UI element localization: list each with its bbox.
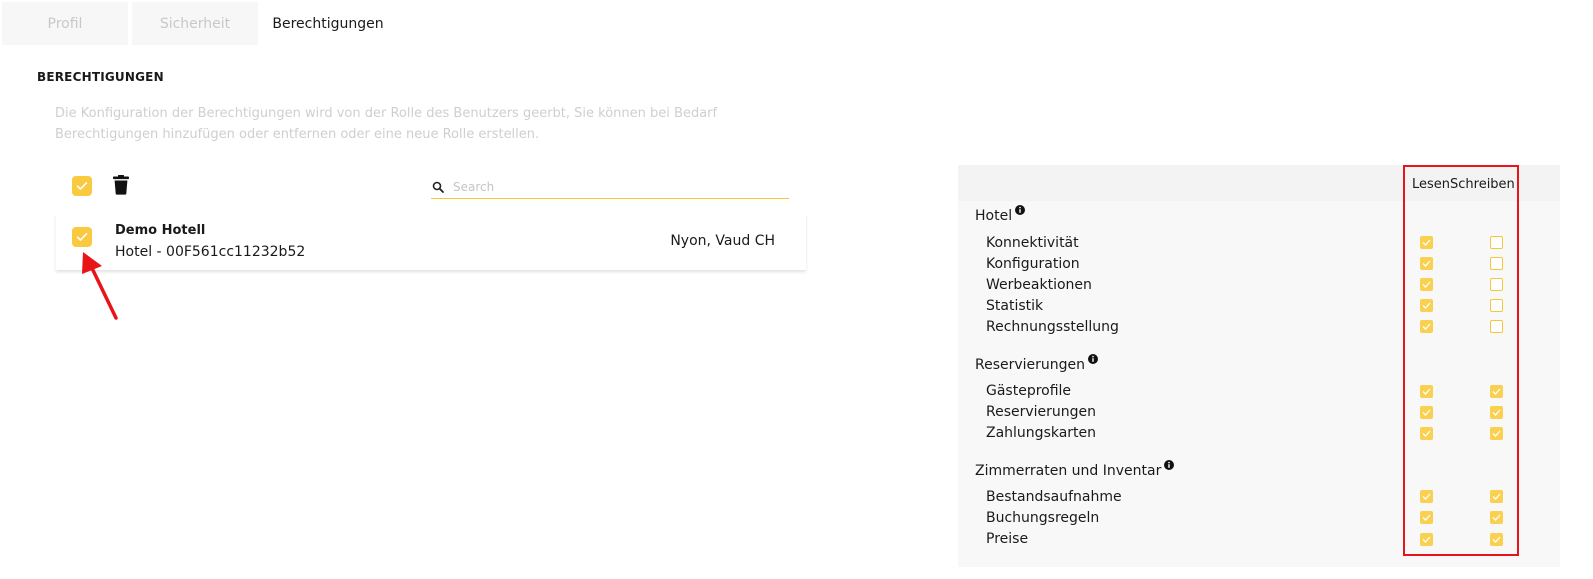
permission-label: Preise bbox=[986, 531, 1029, 547]
tab-bar: Profil Sicherheit Berechtigungen bbox=[2, 2, 398, 45]
group-title-zimmerraten: Zimmerraten und Inventar bbox=[975, 460, 1175, 479]
group-title-label: Hotel bbox=[975, 208, 1013, 224]
section-title: BERECHTIGUNGEN bbox=[37, 70, 164, 84]
permission-label: Reservierungen bbox=[986, 404, 1097, 420]
hotel-row[interactable]: Demo Hotell Hotel - 00F561cc11232b52 Nyo… bbox=[56, 214, 806, 270]
permission-label: Gästeprofile bbox=[986, 383, 1072, 399]
info-icon[interactable] bbox=[1015, 205, 1026, 215]
tab-profil[interactable]: Profil bbox=[2, 2, 128, 45]
permission-label: Konnektivität bbox=[986, 235, 1079, 251]
trash-icon[interactable] bbox=[112, 175, 130, 195]
check-icon bbox=[76, 182, 88, 190]
permission-label: Bestandsaufnahme bbox=[986, 489, 1122, 505]
permission-label: Statistik bbox=[986, 298, 1044, 314]
permission-label: Werbeaktionen bbox=[986, 277, 1092, 293]
group-title-label: Zimmerraten und Inventar bbox=[975, 463, 1162, 479]
check-icon bbox=[76, 233, 88, 241]
group-title-hotel: Hotel bbox=[975, 205, 1026, 224]
search-input[interactable] bbox=[453, 180, 773, 194]
tab-sicherheit[interactable]: Sicherheit bbox=[132, 2, 258, 45]
search-bar bbox=[431, 176, 789, 199]
section-description: Die Konfiguration der Berechtigungen wir… bbox=[55, 106, 718, 142]
hotel-name: Demo Hotell bbox=[115, 223, 206, 238]
search-icon bbox=[432, 181, 444, 193]
permission-label: Buchungsregeln bbox=[986, 510, 1100, 526]
info-icon[interactable] bbox=[1164, 460, 1175, 470]
hotel-id: Hotel - 00F561cc11232b52 bbox=[115, 244, 306, 260]
group-title-reservierungen: Reservierungen bbox=[975, 354, 1099, 373]
annotation-highlight-box bbox=[1403, 165, 1519, 556]
info-icon[interactable] bbox=[1088, 354, 1099, 364]
permission-label: Zahlungskarten bbox=[986, 425, 1097, 441]
hotel-location: Nyon, Vaud CH bbox=[670, 233, 775, 249]
annotation-arrow-icon bbox=[82, 252, 118, 320]
tab-berechtigungen[interactable]: Berechtigungen bbox=[262, 2, 394, 45]
permission-label: Rechnungsstellung bbox=[986, 319, 1119, 335]
select-all-checkbox[interactable] bbox=[72, 176, 92, 196]
permission-label: Konfiguration bbox=[986, 256, 1080, 272]
hotel-checkbox[interactable] bbox=[72, 227, 92, 247]
group-title-label: Reservierungen bbox=[975, 357, 1086, 373]
